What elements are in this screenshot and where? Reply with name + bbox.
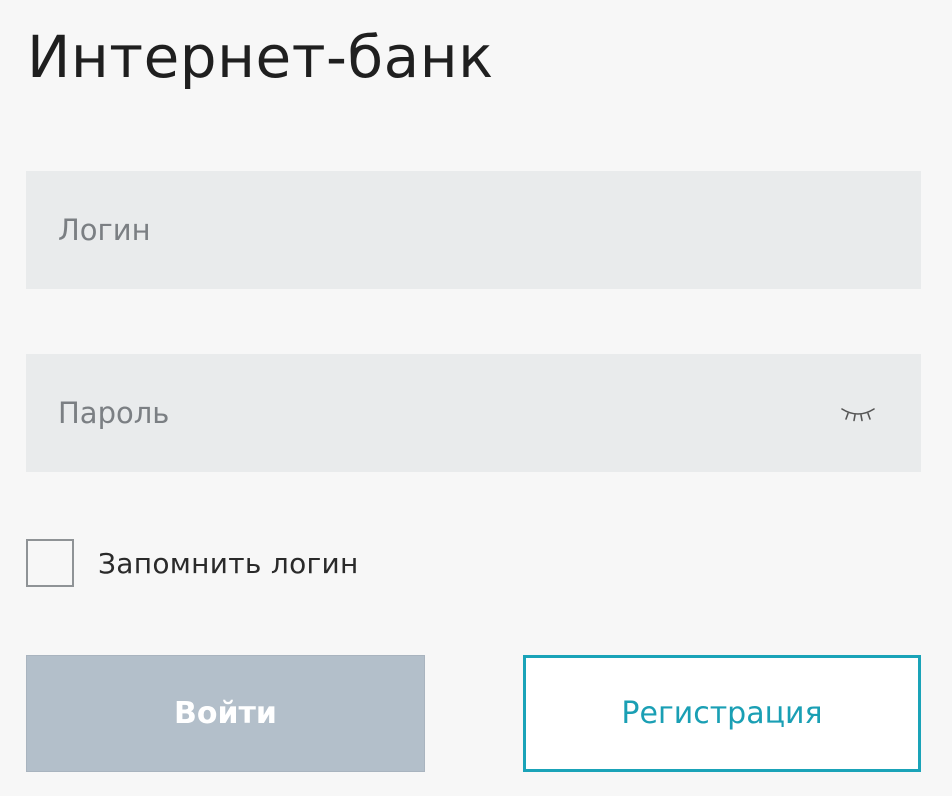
login-field-container bbox=[26, 171, 921, 289]
remember-login-row: Запомнить логин bbox=[26, 538, 359, 588]
page-title: Интернет-банк bbox=[27, 23, 494, 91]
password-input[interactable] bbox=[26, 354, 921, 472]
login-input[interactable] bbox=[26, 171, 921, 289]
register-button[interactable]: Регистрация bbox=[523, 655, 921, 772]
eye-closed-icon[interactable] bbox=[839, 404, 877, 422]
login-button[interactable]: Войти bbox=[26, 655, 425, 772]
remember-login-label[interactable]: Запомнить логин bbox=[98, 547, 359, 580]
password-field-container bbox=[26, 354, 921, 472]
remember-login-checkbox[interactable] bbox=[26, 539, 74, 587]
